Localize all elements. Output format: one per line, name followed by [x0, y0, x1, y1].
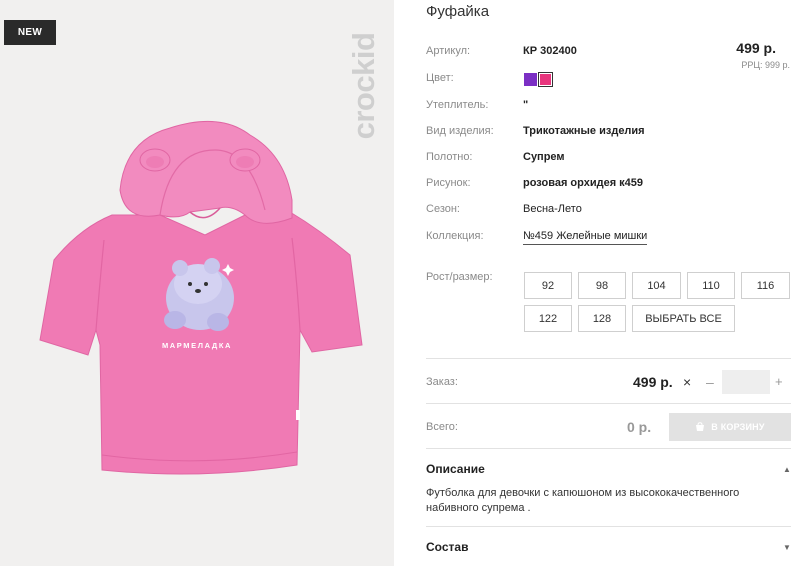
article-label: Артикул: — [426, 45, 471, 57]
divider — [426, 526, 791, 527]
quantity-increase-button[interactable]: + — [775, 374, 783, 389]
recommended-price: РРЦ: 999 р. — [741, 60, 790, 70]
product-price: 499 р. — [736, 40, 776, 56]
collection-link[interactable]: №459 Желейные мишки — [523, 230, 648, 245]
color-label: Цвет: — [426, 72, 454, 84]
quantity-input[interactable] — [722, 370, 770, 394]
size-button-92[interactable]: 92 — [524, 272, 572, 299]
fabric-value: Супрем — [523, 151, 565, 163]
divider — [426, 403, 791, 404]
divider — [426, 448, 791, 449]
hoodie-tshirt-image: МАРМЕЛАДКА — [39, 120, 363, 475]
size-button-122[interactable]: 122 — [524, 305, 572, 332]
size-button-110[interactable]: 110 — [687, 272, 735, 299]
color-swatch-pink-selected[interactable] — [538, 72, 553, 87]
size-button-98[interactable]: 98 — [578, 272, 626, 299]
pattern-value: розовая орхидея к459 — [523, 177, 644, 189]
size-button-116[interactable]: 116 — [741, 272, 790, 299]
article-value: КР 302400 — [523, 45, 577, 57]
add-to-cart-label: В КОРЗИНУ — [711, 422, 765, 432]
pattern-label: Рисунок: — [426, 177, 471, 189]
select-all-sizes-button[interactable]: ВЫБРАТЬ ВСЕ — [632, 305, 735, 332]
type-value: Трикотажные изделия — [523, 125, 645, 137]
season-value: Весна-Лето — [523, 203, 582, 215]
new-badge: NEW — [4, 20, 56, 45]
collection-label: Коллекция: — [426, 230, 484, 242]
chevron-down-icon[interactable]: ▼ — [783, 543, 791, 552]
insulation-value: " — [523, 99, 529, 111]
brand-logo-text: crockid — [346, 32, 381, 140]
order-label: Заказ: — [426, 376, 458, 388]
composition-toggle[interactable]: Состав — [426, 540, 468, 554]
quantity-decrease-button[interactable]: – — [706, 374, 714, 390]
type-label: Вид изделия: — [426, 125, 494, 137]
add-to-cart-button[interactable]: В КОРЗИНУ — [669, 413, 791, 441]
size-button-128[interactable]: 128 — [578, 305, 626, 332]
print-text: МАРМЕЛАДКА — [162, 341, 232, 350]
chevron-up-icon[interactable]: ▲ — [783, 465, 791, 474]
order-price: 499 р. — [633, 374, 673, 390]
divider — [426, 358, 791, 359]
description-toggle[interactable]: Описание — [426, 462, 485, 476]
season-label: Сезон: — [426, 203, 460, 215]
product-image[interactable]: МАРМЕЛАДКА NEW crockid — [0, 0, 394, 566]
size-label: Рост/размер: — [426, 271, 493, 283]
cart-icon — [696, 422, 705, 431]
total-value: 0 р. — [627, 419, 652, 435]
color-swatch-purple[interactable] — [524, 73, 537, 86]
total-label: Всего: — [426, 421, 458, 433]
product-title: Фуфайка — [426, 3, 490, 20]
remove-icon[interactable]: × — [683, 374, 691, 390]
size-button-104[interactable]: 104 — [632, 272, 681, 299]
fabric-label: Полотно: — [426, 151, 473, 163]
brand-logo: crockid — [342, 14, 386, 158]
description-text: Футболка для девочки с капюшоном из высо… — [426, 487, 740, 514]
insulation-label: Утеплитель: — [426, 99, 489, 111]
